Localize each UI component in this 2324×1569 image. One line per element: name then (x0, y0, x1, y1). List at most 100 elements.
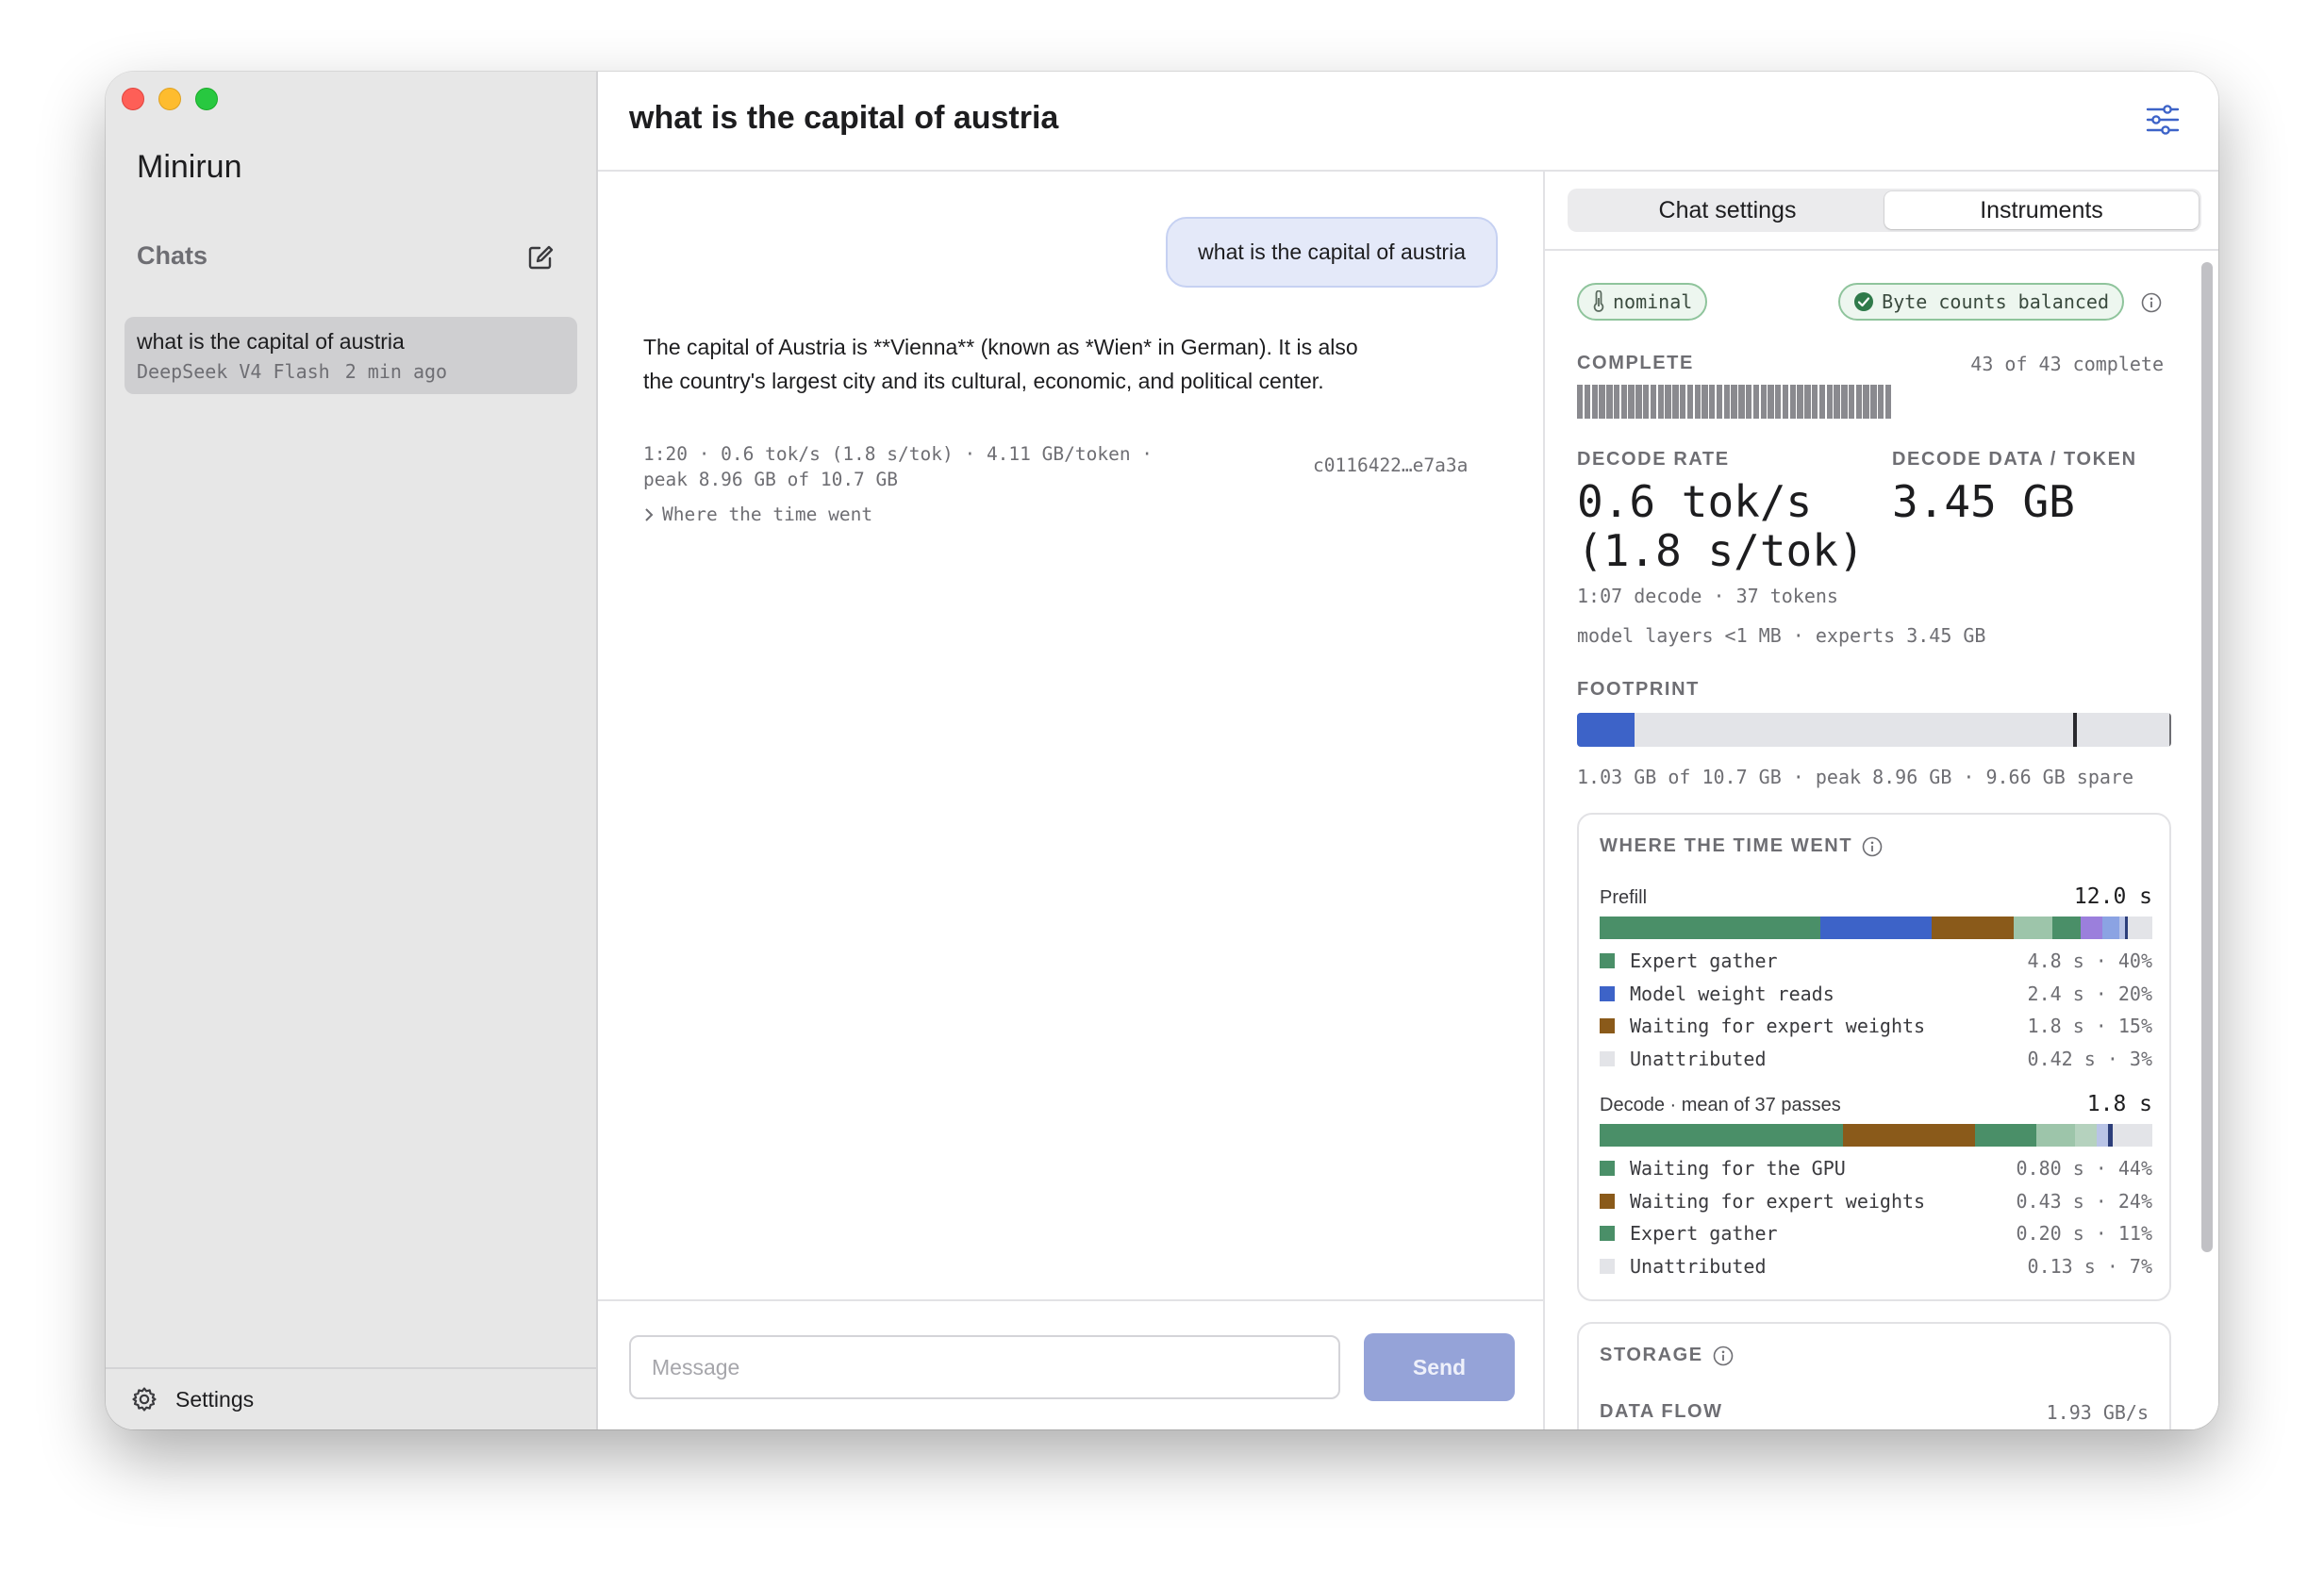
completion-tick (1635, 385, 1642, 419)
zoom-window-button[interactable] (195, 88, 218, 110)
legend-swatch (1600, 1018, 1615, 1034)
completion-tick (1716, 385, 1723, 419)
sidebar-footer: Settings (106, 1367, 596, 1429)
layers-breakdown: model layers <1 MB · experts 3.45 GB (1577, 624, 1986, 647)
completion-tick (1643, 385, 1650, 419)
completion-tick (1628, 385, 1635, 419)
check-circle-icon (1854, 292, 1874, 311)
footprint-peak-marker (2072, 713, 2077, 747)
tab-chat-settings[interactable]: Chat settings (1570, 191, 1884, 229)
bar-segment (2080, 917, 2103, 939)
legend-row: Waiting for expert weights 1.8 s · 15% (1600, 1010, 2152, 1043)
message-hash[interactable]: c0116422…e7a3a (1313, 454, 1468, 476)
bar-segment (2035, 1124, 2075, 1147)
decode-subtext: 1:07 decode · 37 tokens (1577, 585, 1838, 607)
thermal-status-badge: nominal (1577, 283, 1708, 321)
legend-row: Unattributed 0.13 s · 7% (1600, 1250, 2152, 1283)
tab-instruments[interactable]: Instruments (1884, 191, 2199, 229)
storage-header: STORAGE (1600, 1345, 1734, 1366)
legend-row: Waiting for the GPU 0.80 s · 44% (1600, 1152, 2152, 1185)
bar-segment (1820, 917, 1932, 939)
bar-segment (2102, 917, 2119, 939)
prefill-stacked-bar (1600, 917, 2152, 939)
footprint-used-fill (1577, 713, 1635, 747)
prefill-header: Prefill 12.0 s (1600, 884, 2152, 909)
completion-tick (1760, 385, 1767, 419)
completion-tick (1591, 385, 1598, 419)
app-window: Minirun Chats what is the capital of aus… (106, 72, 2218, 1429)
page-title: what is the capital of austria (629, 100, 1059, 136)
chat-list-item[interactable]: what is the capital of austria DeepSeek … (124, 317, 577, 394)
legend-swatch (1600, 1161, 1615, 1177)
completion-tick (1672, 385, 1679, 419)
complete-label: COMPLETE (1577, 353, 1694, 373)
close-window-button[interactable] (122, 88, 144, 110)
completion-tick (1613, 385, 1620, 419)
chat-item-time: 2 min ago (344, 360, 448, 383)
inspector-toggle-button[interactable] (2145, 104, 2181, 136)
footprint-bar (1577, 713, 2171, 747)
bar-segment (2097, 1124, 2109, 1147)
decode-stacked-bar (1600, 1124, 2152, 1147)
legend-name: Waiting for expert weights (1630, 1189, 1926, 1213)
data-flow-label: DATA FLOW (1600, 1401, 1723, 1422)
completion-tick (1870, 385, 1877, 419)
completion-tick (1665, 385, 1671, 419)
sliders-icon (2146, 105, 2180, 135)
time-breakdown-header: WHERE THE TIME WENT (1600, 835, 1883, 857)
decode-label: Decode · mean of 37 passes (1600, 1095, 1841, 1115)
title-bar: what is the capital of austria (598, 72, 2218, 172)
decode-legend: Waiting for the GPU 0.80 s · 44% Waiting f… (1600, 1152, 2152, 1282)
completion-tick (1599, 385, 1605, 419)
completion-tick (1738, 385, 1745, 419)
completion-tick (1577, 385, 1584, 419)
decode-total: 1.8 s (2086, 1092, 2152, 1116)
bar-segment (2108, 1124, 2113, 1147)
time-breakdown-card: WHERE THE TIME WENT Prefill 12.0 s Exper… (1577, 813, 2171, 1301)
decode-rate-value: 0.6 tok/s (1577, 476, 1813, 527)
inspector-panel: Chat settings Instruments nominal Byte c… (1545, 172, 2218, 1429)
balance-status-badge: Byte counts balanced (1838, 283, 2124, 321)
minimize-window-button[interactable] (158, 88, 181, 110)
completion-tick (1745, 385, 1752, 419)
main-area: what is the capital of austria what is t… (598, 72, 2218, 1429)
where-time-went-toggle[interactable]: Where the time went (643, 504, 872, 525)
completion-tick (1812, 385, 1818, 419)
decode-rate-seconds: (1.8 s/tok) (1577, 525, 1865, 576)
new-chat-button[interactable] (524, 241, 556, 273)
sidebar: Minirun Chats what is the capital of aus… (106, 72, 598, 1429)
bar-segment (2014, 917, 2053, 939)
thermal-status-label: nominal (1613, 290, 1693, 313)
footprint-label: FOOTPRINT (1577, 679, 1700, 700)
info-icon[interactable] (1862, 836, 1883, 857)
completion-tick (1884, 385, 1892, 419)
storage-title: STORAGE (1600, 1345, 1703, 1365)
legend-row: Expert gather 0.20 s · 11% (1600, 1217, 2152, 1250)
instruments-scroll-area[interactable]: nominal Byte counts balanced COMPLETE 43… (1545, 251, 2218, 1429)
completion-tick (1768, 385, 1774, 419)
settings-button[interactable]: Settings (130, 1385, 254, 1413)
completion-tick (1584, 385, 1591, 419)
completion-tick (1650, 385, 1657, 419)
send-button[interactable]: Send (1364, 1333, 1515, 1401)
footprint-summary: 1.03 GB of 10.7 GB · peak 8.96 GB · 9.66… (1577, 766, 2134, 788)
data-flow-value: 1.93 GB/s (2046, 1401, 2149, 1424)
scrollbar[interactable] (2201, 262, 2213, 1252)
legend-name: Unattributed (1630, 1254, 1767, 1278)
balance-info-button[interactable] (2141, 292, 2162, 318)
assistant-message: The capital of Austria is **Vienna** (kn… (643, 335, 1358, 393)
chevron-right-icon (645, 507, 654, 521)
info-icon[interactable] (1713, 1346, 1734, 1366)
prefill-legend: Expert gather 4.8 s · 40% Model weight rea… (1600, 945, 2152, 1075)
decode-rate-label: DECODE RATE (1577, 449, 1730, 470)
info-icon (2141, 292, 2162, 313)
completion-tick (1620, 385, 1628, 419)
legend-value: 4.8 s · 40% (2027, 950, 2152, 973)
storage-card: STORAGE DATA FLOW 1.93 GB/s (1577, 1322, 2171, 1429)
decode-header: Decode · mean of 37 passes 1.8 s (1600, 1092, 2152, 1116)
legend-name: Expert gather (1630, 1222, 1778, 1246)
app-name: Minirun (137, 149, 242, 185)
bar-segment (1931, 917, 2015, 939)
message-input[interactable] (629, 1335, 1340, 1399)
chat-item-meta: DeepSeek V4 Flash 2 min ago (137, 360, 565, 383)
